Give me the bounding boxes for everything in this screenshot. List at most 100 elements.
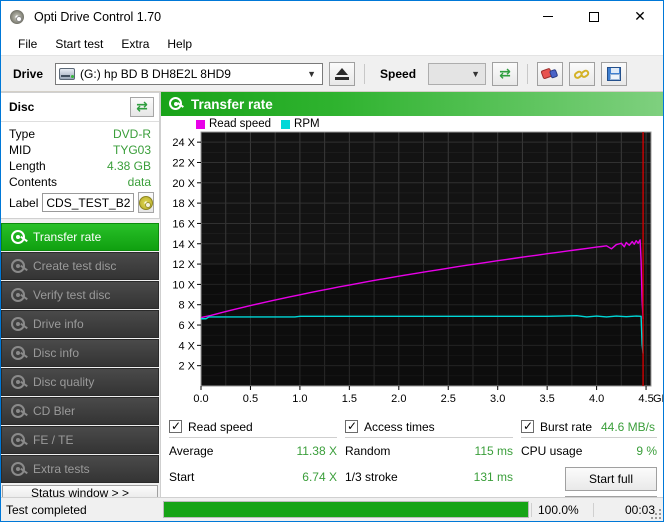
disc-refresh-button[interactable]: ⇄ (130, 97, 154, 117)
svg-text:2 X: 2 X (178, 361, 195, 373)
legend-label: Read speed (209, 118, 271, 130)
sidebar-item-transfer-rate[interactable]: Transfer rate (1, 223, 159, 251)
disc-info-row-mid: MID TYG03 (9, 142, 151, 158)
svg-text:20 X: 20 X (172, 178, 195, 190)
disc-label-input[interactable]: CDS_TEST_B2 (42, 193, 134, 212)
sidebar-item-label: CD Bler (33, 404, 75, 418)
start-full-button[interactable]: Start full (565, 467, 657, 491)
save-icon (607, 67, 621, 81)
save-button[interactable] (601, 62, 627, 86)
sidebar-item-drive-info[interactable]: Drive info (1, 310, 159, 338)
read-speed-header: Read speed (169, 418, 337, 438)
menu-item-start-test[interactable]: Start test (46, 34, 112, 54)
svg-text:10 X: 10 X (172, 279, 195, 291)
main-content: Disc ⇄ Type DVD-R MID TYG03 Lengt (1, 92, 663, 497)
svg-text:4.5: 4.5 (638, 393, 653, 405)
sidebar-item-label: Extra tests (33, 462, 90, 476)
result-value: 115 ms (475, 444, 513, 458)
refresh-icon: ⇄ (136, 100, 148, 114)
svg-text:2.5: 2.5 (441, 393, 456, 405)
cd-icon (139, 196, 153, 210)
plot-area: 2 X4 X6 X8 X10 X12 X14 X16 X18 X20 X22 X… (163, 118, 659, 414)
read-speed-checkbox[interactable] (169, 420, 182, 433)
transfer-rate-chart: Read speed RPM 2 X4 X6 X8 X10 X12 X14 X1… (161, 116, 663, 414)
erase-button[interactable] (537, 62, 563, 86)
svg-text:18 X: 18 X (172, 198, 195, 210)
window-title: Opti Drive Control 1.70 (34, 10, 161, 24)
disc-info-value: data (128, 175, 151, 189)
disc-panel-title: Disc (9, 100, 34, 114)
sidebar-item-create-test-disc[interactable]: Create test disc (1, 252, 159, 280)
legend-item-rpm: RPM (281, 118, 320, 130)
legend-swatch (281, 120, 290, 129)
progress-bar-fill (164, 502, 528, 517)
menu-bar: File Start test Extra Help (1, 32, 663, 56)
disc-panel: Disc ⇄ Type DVD-R MID TYG03 Lengt (1, 92, 160, 219)
disc-label-button[interactable] (138, 192, 154, 213)
sidebar-item-disc-info[interactable]: Disc info (1, 339, 159, 367)
access-times-checkbox[interactable] (345, 420, 358, 433)
sidebar-item-label: FE / TE (33, 433, 73, 447)
app-window: Opti Drive Control 1.70 ✕ File Start tes… (0, 0, 664, 522)
toolbar: Drive (G:) hp BD B DH8E2L 8HD9 ▼ Speed ▼… (1, 56, 663, 92)
sidebar-item-label: Drive info (33, 317, 84, 331)
menu-item-help[interactable]: Help (158, 34, 201, 54)
status-message: Test completed (1, 503, 161, 517)
right-column: Transfer rate Read speed RPM 2 X4 X6 X8 … (160, 92, 663, 497)
disc-test-icon (11, 404, 26, 419)
svg-text:1.0: 1.0 (292, 393, 307, 405)
disc-test-icon (11, 346, 26, 361)
sidebar-item-cd-bler[interactable]: CD Bler (1, 397, 159, 425)
drive-select-value: (G:) hp BD B DH8E2L 8HD9 (80, 67, 231, 81)
maximize-button[interactable] (571, 1, 617, 32)
app-disc-icon (10, 9, 26, 25)
svg-text:24 X: 24 X (172, 137, 195, 149)
menu-item-file[interactable]: File (9, 34, 46, 54)
eject-button[interactable] (329, 62, 355, 86)
svg-text:0.5: 0.5 (243, 393, 258, 405)
chart-svg: 2 X4 X6 X8 X10 X12 X14 X16 X18 X20 X22 X… (163, 118, 663, 414)
result-value: 9 % (636, 444, 657, 458)
disc-test-icon (11, 230, 26, 245)
disc-label-key: Label (9, 196, 38, 210)
drive-icon (59, 67, 75, 81)
svg-text:4 X: 4 X (178, 340, 195, 352)
drive-select[interactable]: (G:) hp BD B DH8E2L 8HD9 ▼ (55, 63, 323, 85)
burst-rate-label: Burst rate (540, 420, 592, 434)
sidebar-item-extra-tests[interactable]: Extra tests (1, 455, 159, 483)
sidebar-item-fe-te[interactable]: FE / TE (1, 426, 159, 454)
result-row-cpu-usage: CPU usage 9 % (521, 438, 657, 464)
minimize-button[interactable] (525, 1, 571, 32)
burst-rate-checkbox[interactable] (521, 420, 534, 433)
menu-item-extra[interactable]: Extra (112, 34, 158, 54)
svg-text:16 X: 16 X (172, 218, 195, 230)
chain-button[interactable] (569, 62, 595, 86)
result-row-start: Start 6.74 X (169, 464, 337, 490)
drive-label: Drive (7, 67, 49, 81)
disc-info-key: MID (9, 143, 31, 157)
sidebar-item-verify-test-disc[interactable]: Verify test disc (1, 281, 159, 309)
eject-icon (335, 68, 349, 80)
svg-text:14 X: 14 X (172, 239, 195, 251)
close-button[interactable]: ✕ (617, 1, 663, 32)
result-key: Random (345, 444, 390, 458)
result-key: Start (169, 470, 194, 484)
disc-label-row: Label CDS_TEST_B2 (9, 192, 151, 213)
sidebar-item-disc-quality[interactable]: Disc quality (1, 368, 159, 396)
chevron-down-icon: ▼ (307, 64, 316, 84)
disc-info-key: Type (9, 127, 35, 141)
toolbar-divider (527, 64, 528, 84)
refresh-button[interactable]: ⇄ (492, 62, 518, 86)
resize-grip[interactable] (651, 509, 661, 519)
panel-title: Transfer rate (191, 97, 273, 112)
speed-select[interactable]: ▼ (428, 63, 486, 85)
disc-info-row-type: Type DVD-R (9, 126, 151, 142)
svg-text:12 X: 12 X (172, 259, 195, 271)
svg-text:8 X: 8 X (178, 300, 195, 312)
status-bar: Test completed 100.0% 00:03 (1, 497, 663, 521)
result-key: CPU usage (521, 444, 582, 458)
sidebar-item-label: Disc quality (33, 375, 94, 389)
svg-text:4.0: 4.0 (589, 393, 604, 405)
refresh-icon: ⇄ (499, 67, 511, 81)
legend-swatch (196, 120, 205, 129)
